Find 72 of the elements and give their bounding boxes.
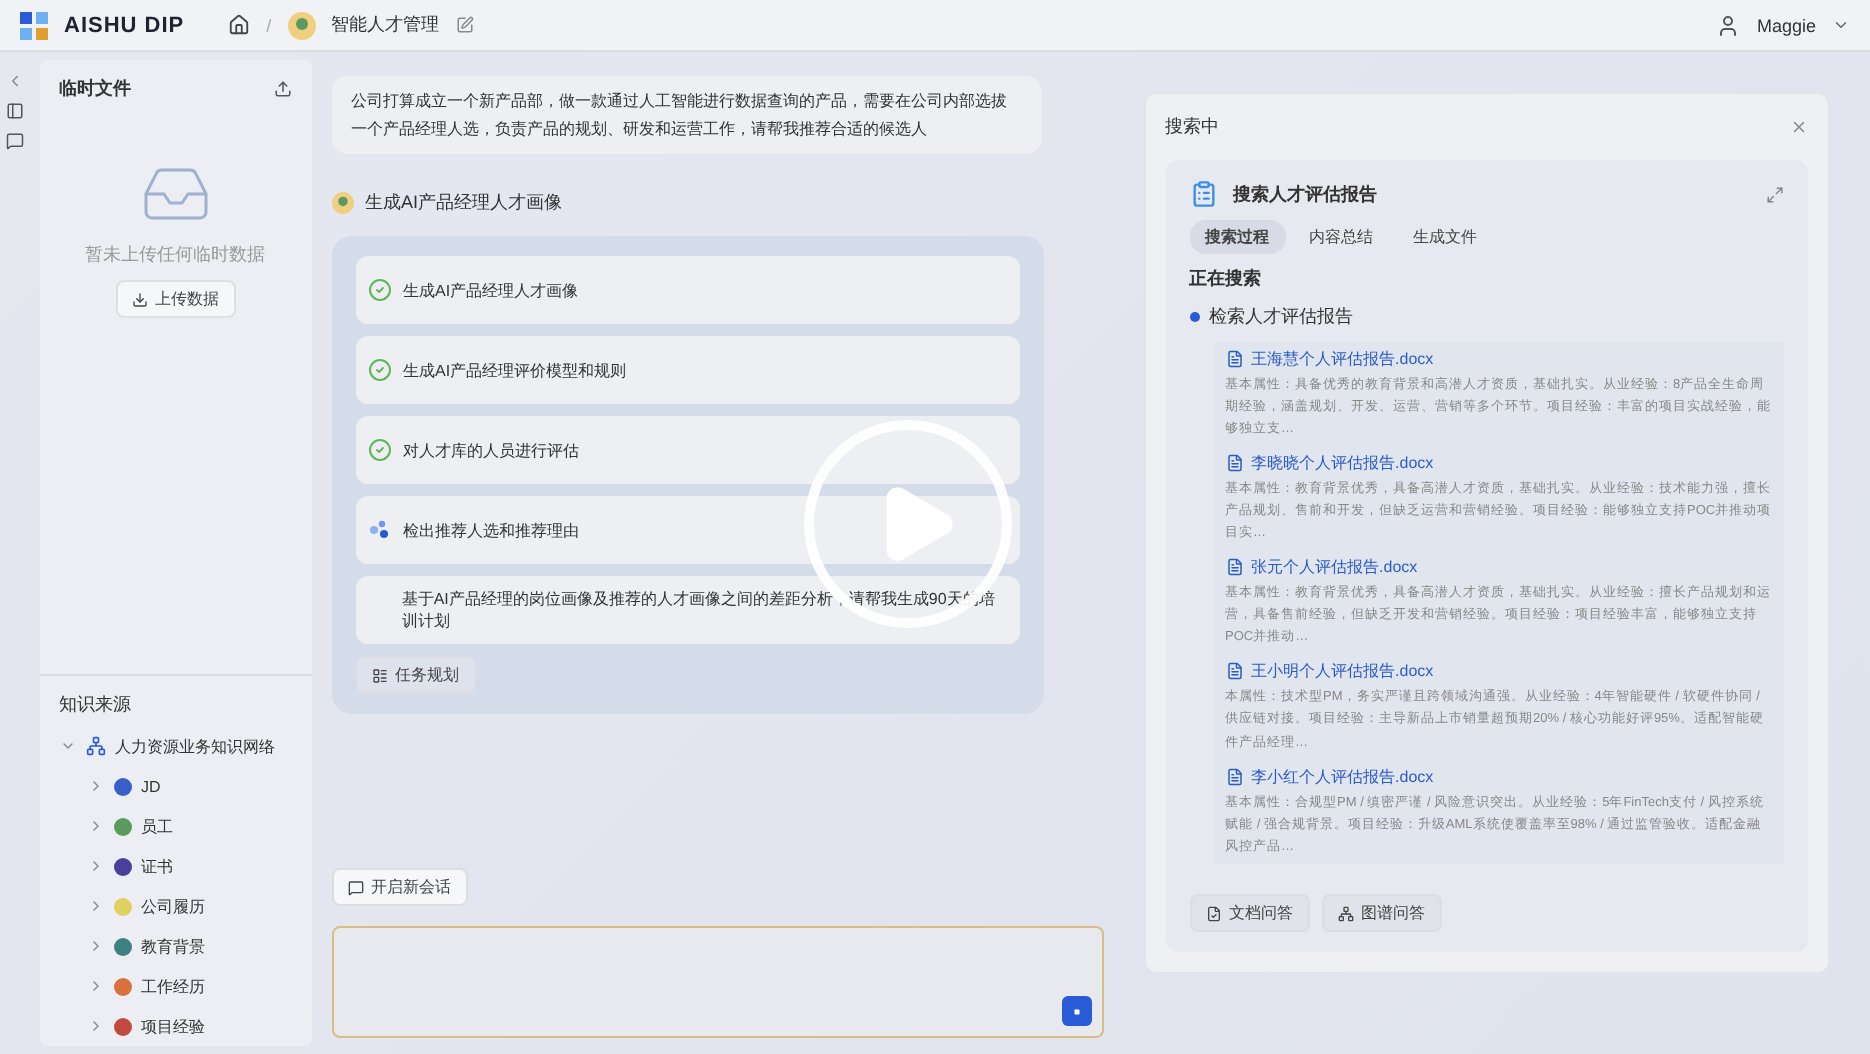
task-text: 生成AI产品经理人才画像	[403, 279, 579, 302]
file-link[interactable]: 王小明个人评估报告.docx	[1251, 660, 1434, 683]
chat-input[interactable]	[331, 926, 1104, 1038]
tree-item-label[interactable]: 员工	[141, 815, 174, 837]
expand-icon[interactable]	[1766, 185, 1784, 203]
file-link[interactable]: 王海慧个人评估报告.docx	[1251, 348, 1434, 370]
tab[interactable]: 搜索过程	[1189, 220, 1286, 254]
network-icon	[85, 736, 106, 756]
document-icon	[1205, 905, 1222, 921]
user-avatar-icon[interactable]	[1716, 13, 1741, 37]
caret-icon[interactable]	[59, 738, 76, 754]
task-text: 检出推荐人选和推荐理由	[403, 519, 580, 542]
task-text: 基于AI产品经理的岗位画像及推荐的人才画像之间的差距分析，请帮我生成90天的培训计划	[401, 588, 997, 633]
empty-text: 暂未上传任何临时数据	[85, 242, 266, 268]
tree-item-label[interactable]: 教育背景	[141, 935, 206, 957]
check-icon	[367, 278, 392, 303]
task-plan-button[interactable]: 任务规划	[355, 656, 476, 695]
home-icon[interactable]	[228, 14, 251, 36]
check-icon	[367, 358, 392, 383]
edit-icon[interactable]	[455, 16, 474, 34]
close-icon[interactable]	[1790, 118, 1808, 136]
tree-item-label[interactable]: 项目经验	[141, 1015, 206, 1037]
user-name[interactable]: Maggie	[1756, 15, 1816, 35]
document-icon	[1225, 454, 1244, 473]
breadcrumb-separator: /	[266, 15, 272, 35]
step-text: 检索人才评估报告	[1209, 304, 1354, 330]
tree-item-label[interactable]: 工作经历	[141, 975, 206, 997]
new-chat-button[interactable]: 开启新会话	[331, 868, 468, 906]
qa-button[interactable]: 图谱问答	[1321, 894, 1442, 932]
step-dot	[1189, 312, 1200, 322]
network-icon	[1337, 905, 1354, 921]
tree-item-label[interactable]: 公司履历	[141, 895, 206, 917]
task-text: 生成AI产品经理评价模型和规则	[403, 359, 627, 382]
tree-item-label[interactable]: JD	[141, 777, 161, 795]
file-link[interactable]: 李小红个人评估报告.docx	[1251, 765, 1434, 788]
section-title: 知识来源	[59, 692, 134, 718]
stop-icon	[1073, 1005, 1080, 1017]
user-message: 公司打算成立一个新产品部，做一款通过人工智能进行数据查询的产品，需要在公司内部选拔一个产品经理人选，负责产品的规划、研发和运营工作，请帮我推荐合适的候选人	[331, 76, 1042, 155]
stop-button[interactable]	[1061, 996, 1092, 1026]
card-title: 搜索人才评估报告	[1233, 181, 1378, 207]
document-icon	[1225, 662, 1244, 681]
app-avatar-icon	[287, 11, 316, 39]
tab[interactable]: 生成文件	[1397, 220, 1494, 254]
task-text: 对人才库的人员进行评估	[403, 439, 580, 462]
panel-title: 临时文件	[59, 76, 132, 102]
document-icon	[1225, 558, 1244, 577]
status-text: 正在搜索	[1189, 266, 1264, 292]
panel-icon[interactable]	[6, 102, 25, 120]
document-icon	[1225, 350, 1244, 368]
app-logo: AISHU DIP	[64, 13, 185, 37]
tree-item-label[interactable]: 人力资源业务知识网络	[115, 735, 276, 757]
logo-icon	[20, 11, 48, 39]
file-link[interactable]: 张元个人评估报告.docx	[1251, 556, 1418, 579]
loading-dots-icon	[367, 518, 392, 543]
clipboard-icon	[1189, 180, 1218, 208]
upload-button[interactable]: 上传数据	[115, 280, 236, 318]
panel-title: 搜索中	[1165, 114, 1220, 140]
app-title: 智能人才管理	[331, 12, 440, 38]
document-icon	[1225, 767, 1244, 786]
upload-icon[interactable]	[273, 80, 292, 98]
agent-title: 生成AI产品经理人才画像	[365, 190, 563, 217]
file-link[interactable]: 李晓晓个人评估报告.docx	[1251, 452, 1434, 475]
qa-button[interactable]: 文档问答	[1189, 894, 1310, 932]
caret-icon[interactable]	[1832, 16, 1850, 34]
tree-item-label[interactable]: 证书	[141, 855, 174, 877]
download-icon	[131, 291, 148, 307]
tab[interactable]: 内容总结	[1293, 220, 1390, 254]
chat-icon	[347, 879, 364, 895]
check-icon	[367, 438, 392, 463]
agent-avatar-icon	[331, 192, 354, 215]
chat-icon[interactable]	[6, 132, 25, 150]
list-icon	[371, 667, 388, 684]
